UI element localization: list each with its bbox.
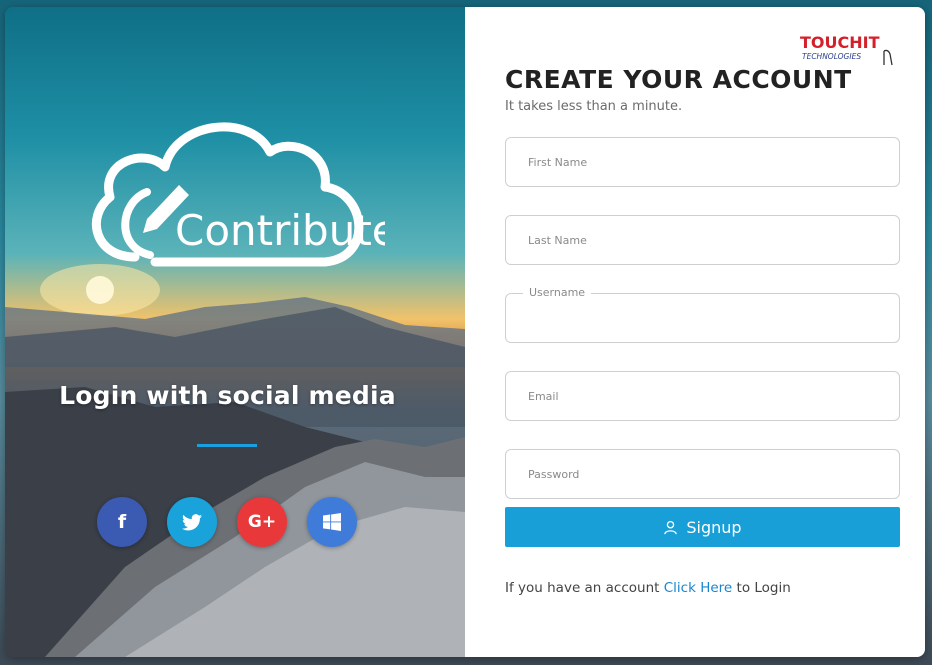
last-name-field — [505, 215, 900, 265]
login-suffix: to Login — [736, 580, 791, 596]
company-name: TOUCHIT — [800, 33, 880, 52]
signup-card: Contribute Login with social media f G+ … — [5, 7, 925, 657]
app-wordmark: Contribute — [175, 206, 385, 255]
page-title: CREATE YOUR ACCOUNT — [505, 65, 852, 94]
contribute-logo: Contribute — [91, 122, 385, 267]
page-subtitle: It takes less than a minute. — [505, 99, 683, 114]
signup-button[interactable]: Signup — [505, 507, 900, 547]
google-plus-login-button[interactable]: G+ — [237, 497, 287, 547]
hero-panel: Contribute Login with social media f G+ — [5, 7, 465, 657]
password-input[interactable] — [506, 450, 899, 498]
company-tagline: TECHNOLOGIES — [802, 52, 861, 61]
first-name-input[interactable] — [506, 138, 899, 186]
first-name-field — [505, 137, 900, 187]
email-input[interactable] — [506, 372, 899, 420]
username-input[interactable] — [506, 294, 899, 342]
signup-form-panel: TOUCHIT TECHNOLOGIES CREATE YOUR ACCOUNT… — [465, 7, 925, 657]
touchit-logo: TOUCHIT TECHNOLOGIES — [800, 33, 893, 66]
social-login-title: Login with social media — [59, 381, 396, 410]
user-icon — [664, 520, 678, 534]
divider — [197, 444, 257, 447]
google-plus-icon: G+ — [247, 512, 277, 532]
facebook-icon: f — [117, 511, 127, 533]
last-name-input[interactable] — [506, 216, 899, 264]
windows-icon — [323, 513, 341, 531]
login-prompt: If you have an account Click Here to Log… — [505, 580, 791, 596]
twitter-icon — [182, 513, 202, 530]
email-field — [505, 371, 900, 421]
login-prefix: If you have an account — [505, 580, 660, 596]
landscape-background — [5, 264, 465, 657]
username-field: Username — [505, 286, 900, 343]
signup-label: Signup — [686, 517, 742, 537]
facebook-login-button[interactable]: f — [97, 497, 147, 547]
password-field — [505, 449, 900, 499]
windows-login-button[interactable] — [307, 497, 357, 547]
twitter-login-button[interactable] — [167, 497, 217, 547]
login-link[interactable]: Click Here — [664, 580, 732, 596]
